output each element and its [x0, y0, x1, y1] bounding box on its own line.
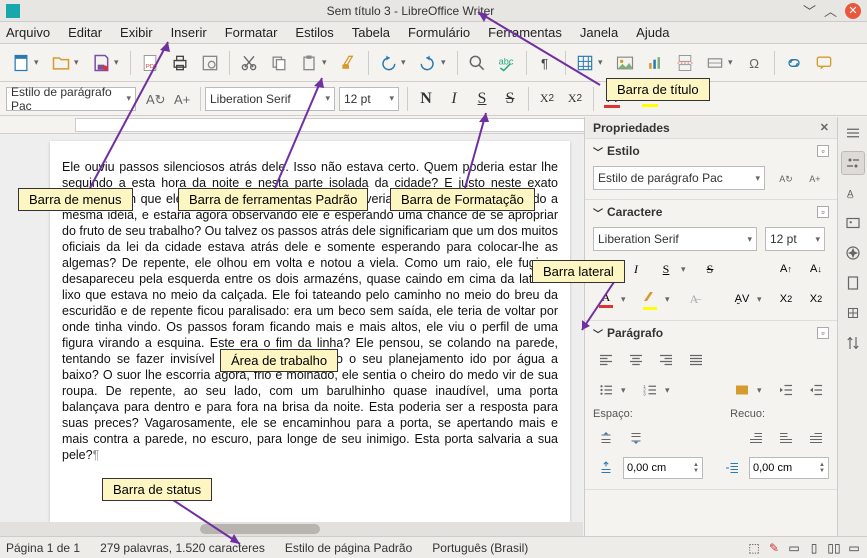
callout-work: Área de trabalho [220, 349, 338, 372]
callout-fmt: Barra de Formatação [390, 188, 535, 211]
callout-sidebar: Barra lateral [532, 260, 625, 283]
callout-std: Barra de ferramentas Padrão [178, 188, 368, 211]
callout-status: Barra de status [102, 478, 212, 501]
callout-menus: Barra de menus [18, 188, 133, 211]
callout-title: Barra de título [606, 78, 710, 101]
